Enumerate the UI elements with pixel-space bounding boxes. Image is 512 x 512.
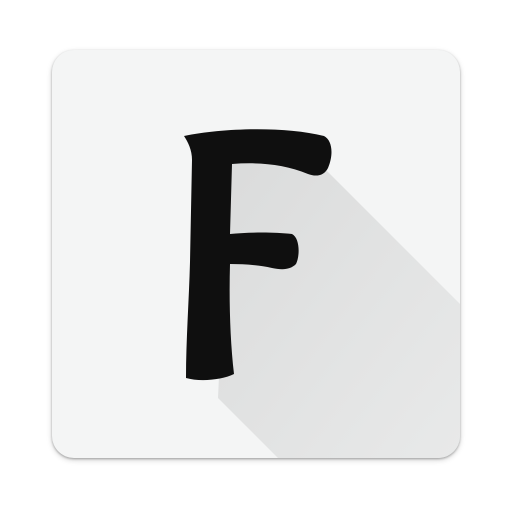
launcher-canvas: F xyxy=(0,0,512,512)
app-icon[interactable]: F xyxy=(52,50,460,458)
letter-f-glyph: F xyxy=(184,129,332,381)
